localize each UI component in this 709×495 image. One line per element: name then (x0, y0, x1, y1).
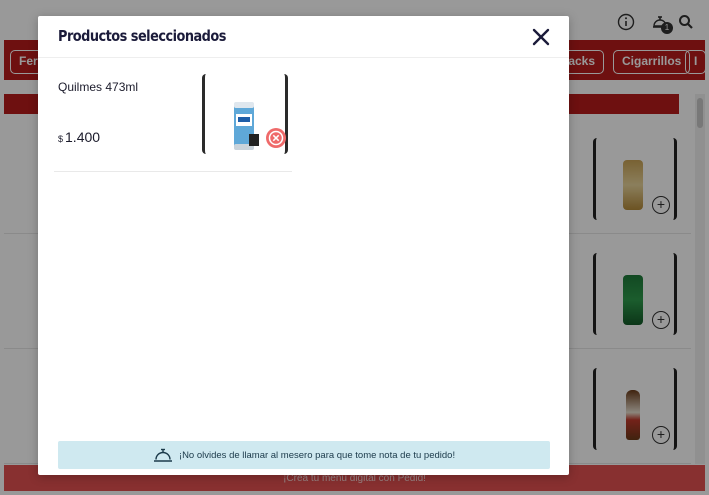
price-currency: $ (58, 134, 64, 144)
service-bell-icon (153, 448, 172, 462)
remove-item-button[interactable] (266, 128, 286, 148)
modal-header: Productos seleccionados (38, 16, 569, 58)
remove-circle-icon (268, 130, 284, 146)
close-icon (532, 28, 550, 46)
close-button[interactable] (530, 26, 552, 48)
product-name: Quilmes 473ml (58, 80, 139, 94)
product-price: $1.400 (58, 129, 100, 147)
selected-products-modal: Productos seleccionados Quilmes 473ml $1… (38, 16, 569, 475)
notice-text: ¡No olvides de llamar al mesero para que… (178, 449, 456, 461)
modal-title: Productos seleccionados (58, 27, 226, 45)
price-amount: 1.400 (65, 129, 101, 145)
product-thumbnail (202, 74, 288, 154)
waiter-reminder-notice: ¡No olvides de llamar al mesero para que… (58, 441, 550, 469)
selected-product-card[interactable]: Quilmes 473ml $1.400 (54, 72, 292, 172)
